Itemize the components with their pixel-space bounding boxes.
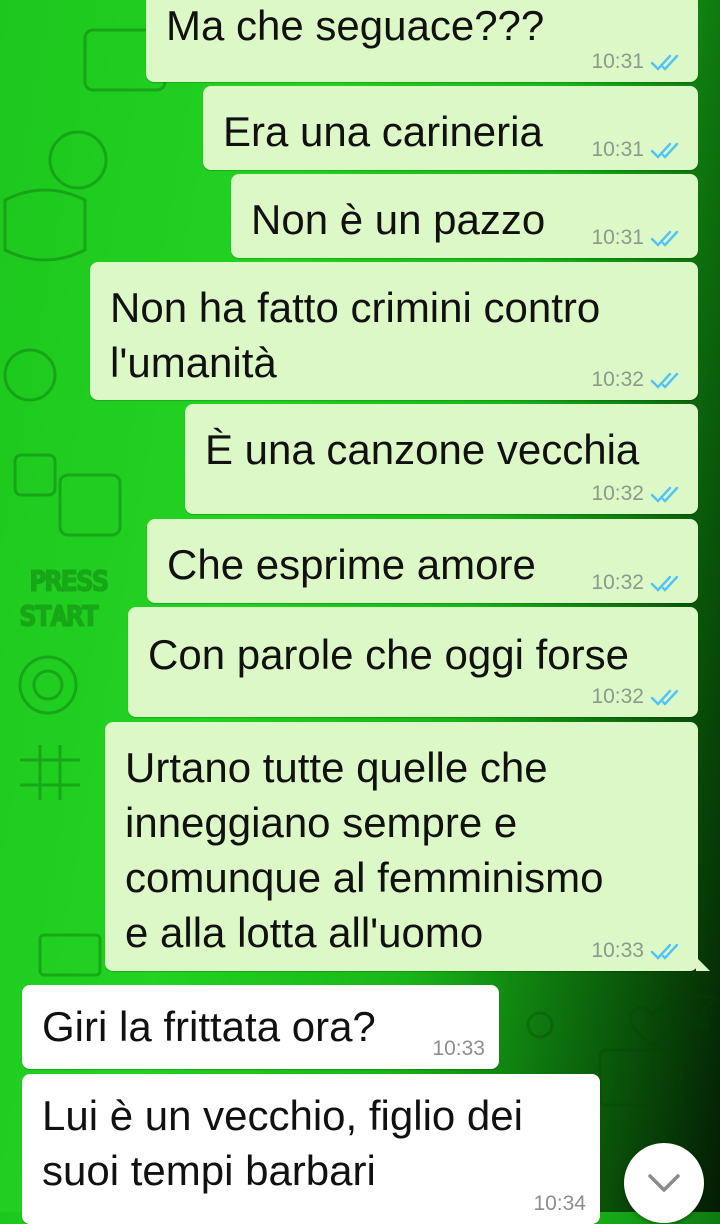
message-text: Ma che seguace??? [166,2,545,49]
message-time: 10:32 [591,685,644,708]
message-meta: 10:32 [591,571,684,595]
message-time: 10:33 [432,1037,485,1060]
read-receipt-icon [650,230,679,247]
outgoing-message[interactable]: Urtano tutte quelle che inneggiano sempr… [105,722,710,971]
outgoing-message[interactable]: Era una carineria 10:31 [203,86,698,170]
message-text: Giri la frittata ora? [42,1003,376,1050]
outgoing-message[interactable]: Non ha fatto crimini contro l'umanità 10:… [90,262,698,400]
message-meta: 10:31 [591,226,684,250]
outgoing-message[interactable]: Non è un pazzo 10:31 [231,174,698,258]
message-time: 10:31 [591,138,644,161]
bubble-tail [696,957,710,971]
message-meta: 10:34 [533,1192,586,1216]
message-meta: 10:33 [591,939,684,963]
outgoing-message[interactable]: Che esprime amore 10:32 [147,519,698,603]
message-time: 10:33 [591,939,644,962]
message-text: Lui è un vecchio, figlio dei suoi tempi … [42,1092,523,1194]
message-time: 10:32 [591,368,644,391]
read-receipt-icon [650,54,679,71]
message-meta: 10:31 [591,138,684,162]
message-time: 10:31 [591,226,644,249]
read-receipt-icon [650,575,679,592]
message-meta: 10:32 [591,368,684,392]
message-text: Urtano tutte quelle che inneggiano sempr… [125,744,604,956]
incoming-message[interactable]: Lui è un vecchio, figlio dei suoi tempi … [22,1074,600,1224]
message-text: È una canzone vecchia [205,426,640,473]
read-receipt-icon [650,486,679,503]
message-meta: 10:31 [591,50,684,74]
message-text: Con parole che oggi forse [148,631,629,678]
message-time: 10:32 [591,482,644,505]
message-time: 10:31 [591,50,644,73]
scroll-to-bottom-button[interactable] [624,1143,704,1223]
message-meta: 10:32 [591,685,684,709]
read-receipt-icon [650,689,679,706]
chevron-down-icon [648,1174,680,1192]
outgoing-message[interactable]: È una canzone vecchia 10:32 [185,404,698,514]
message-time: 10:32 [591,571,644,594]
message-meta: 10:33 [432,1037,485,1061]
read-receipt-icon [650,142,679,159]
message-time: 10:34 [533,1192,586,1215]
outgoing-message[interactable]: Con parole che oggi forse 10:32 [128,607,698,717]
read-receipt-icon [650,943,679,960]
incoming-message[interactable]: Giri la frittata ora? 10:33 [22,985,499,1069]
message-meta: 10:32 [591,482,684,506]
outgoing-message[interactable]: Ma che seguace??? 10:31 [146,0,698,82]
chat-area[interactable]: Ma che seguace??? 10:31 Era una carineria 1… [0,0,720,1224]
read-receipt-icon [650,372,679,389]
